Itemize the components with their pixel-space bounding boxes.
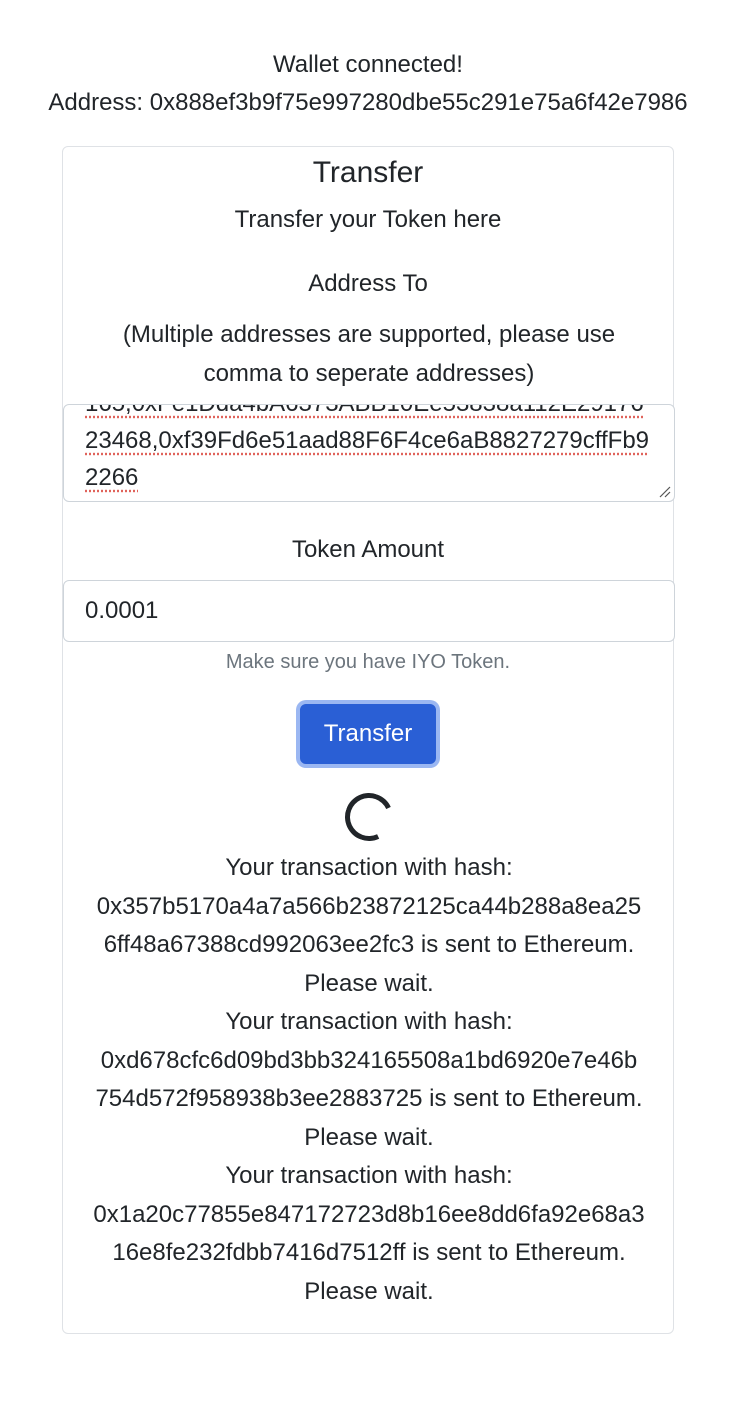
wallet-connected-text: Wallet connected! [273,51,463,78]
wallet-address-text: Address: 0x888ef3b9f75e997280dbe55c291e7… [48,89,688,116]
resize-handle-icon[interactable] [657,484,671,498]
transaction-message: Your transaction with hash: 0x357b5170a4… [63,849,675,1003]
transfer-button[interactable]: Transfer [300,704,436,764]
wallet-status: Wallet connected! Address: 0x888ef3b9f75… [0,46,736,122]
transaction-line: Please wait. [304,969,434,997]
transaction-line: 16e8fe232fdbb7416d7512ff is sent to Ethe… [112,1239,626,1266]
token-help-text: Make sure you have IYO Token. [225,651,511,673]
transaction-line: 0xd678cfc6d09bd3bb324165508a1bd6920e7e46… [100,1046,638,1074]
address-hint: (Multiple addresses are supported, pleas… [122,321,616,387]
transaction-line: Please wait. [304,1277,434,1305]
transaction-line: Your transaction with hash: [225,1008,513,1035]
transaction-line: 6ff48a67388cd992063ee2fc3 is sent to Eth… [103,931,635,958]
transaction-message: Your transaction with hash: 0xd678cfc6d0… [63,1003,675,1157]
transaction-line: Your transaction with hash: [225,1162,513,1189]
transaction-line: 0x1a20c77855e847172723d8b16ee8dd6fa92e68… [93,1200,645,1228]
transaction-line: Your transaction with hash: [225,854,513,881]
transaction-line: Please wait. [304,1123,434,1151]
token-amount-input[interactable]: 0.0001 [63,580,675,642]
transaction-list: Your transaction with hash: 0x357b5170a4… [63,849,675,1311]
address-textarea-value: 165,0xFe1Dda4bA6373ABB10Ee53838a112E2917… [85,405,650,491]
address-textarea[interactable]: 165,0xFe1Dda4bA6373ABB10Ee53838a112E2917… [63,404,675,502]
token-amount-label: Token Amount [291,536,445,563]
transfer-card: Transfer Transfer your Token here Addres… [62,146,675,1334]
loading-spinner-icon [338,786,400,848]
transaction-line: 0x357b5170a4a7a566b23872125ca44b288a8ea2… [96,892,642,920]
transaction-message: Your transaction with hash: 0x1a20c77855… [63,1157,675,1311]
card-title: Transfer [312,156,424,189]
transaction-line: 754d572f958938b3ee2883725 is sent to Eth… [95,1085,643,1112]
card-subtitle: Transfer your Token here [234,206,502,233]
address-to-label: Address To [308,270,428,297]
